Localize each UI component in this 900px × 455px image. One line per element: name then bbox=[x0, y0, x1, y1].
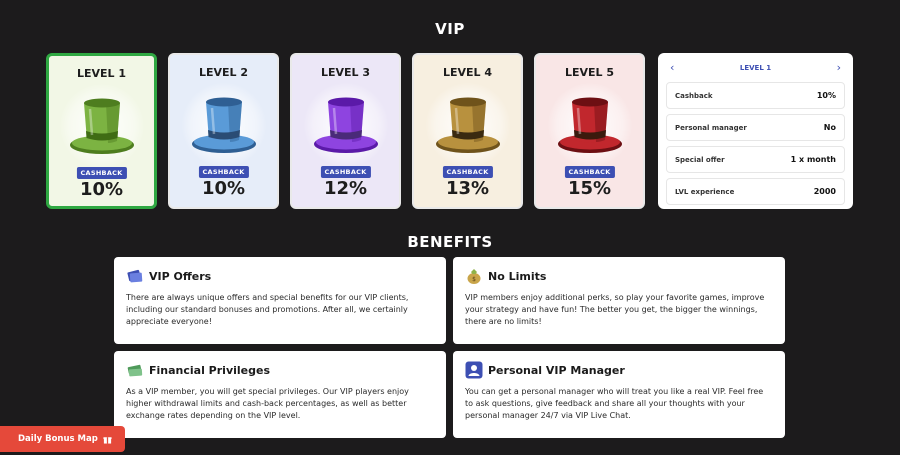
level-name: LEVEL 5 bbox=[564, 66, 615, 79]
benefit-text: There are always unique offers and speci… bbox=[126, 293, 409, 327]
stat-value: 10% bbox=[816, 91, 836, 100]
cash-stack-icon bbox=[127, 364, 143, 377]
stat-value: No bbox=[823, 123, 836, 132]
level-detail-panel: ‹ LEVEL 1 › Cashback 10% Personal manage… bbox=[658, 53, 853, 209]
panel-header: ‹ LEVEL 1 › bbox=[666, 59, 845, 77]
next-level-arrow-icon[interactable]: › bbox=[837, 59, 841, 77]
benefit-card-personal-vip-manager: Personal VIP Manager You can get a perso… bbox=[453, 351, 785, 438]
benefit-card-no-limits: $ No Limits VIP members enjoy additional… bbox=[453, 257, 785, 344]
stat-row-personal-manager: Personal manager No bbox=[666, 114, 845, 141]
level-name: LEVEL 3 bbox=[320, 66, 371, 79]
money-bag-icon: $ bbox=[467, 269, 481, 284]
benefits-title: BENEFITS bbox=[407, 233, 493, 251]
cashback-value: 10% bbox=[79, 179, 124, 200]
user-icon bbox=[465, 361, 483, 379]
cashback-value: 15% bbox=[567, 178, 612, 199]
benefit-card-vip-offers: VIP Offers There are always unique offer… bbox=[114, 257, 446, 344]
benefit-text: VIP members enjoy additional perks, so p… bbox=[465, 293, 765, 327]
level-name: LEVEL 4 bbox=[442, 66, 493, 79]
level-card-1[interactable]: LEVEL 1 CASHBACK 10% bbox=[46, 53, 157, 209]
benefit-card-financial-privileges: Financial Privileges As a VIP member, yo… bbox=[114, 351, 446, 438]
level-card-5[interactable]: LEVEL 5 CASHBACK 15% bbox=[534, 53, 645, 209]
stat-label: LVL experience bbox=[675, 187, 735, 196]
benefit-text: You can get a personal manager who will … bbox=[465, 387, 764, 421]
stat-row-cashback: Cashback 10% bbox=[666, 82, 845, 109]
top-hat-icon bbox=[557, 97, 622, 153]
prev-level-arrow-icon[interactable]: ‹ bbox=[670, 59, 674, 77]
cashback-badge: CASHBACK bbox=[564, 166, 615, 178]
benefit-title: Personal VIP Manager bbox=[488, 363, 625, 377]
benefit-title: No Limits bbox=[488, 269, 547, 283]
stat-row-special-offer: Special offer 1 x month bbox=[666, 146, 845, 173]
cashback-value: 13% bbox=[445, 178, 490, 199]
benefit-text: As a VIP member, you will get special pr… bbox=[126, 387, 409, 421]
gift-icon bbox=[103, 436, 112, 444]
stat-row-lvl-experience: LVL experience 2000 bbox=[666, 178, 845, 205]
stat-label: Cashback bbox=[675, 91, 713, 100]
daily-bonus-label: Daily Bonus Map bbox=[18, 434, 98, 444]
level-card-3[interactable]: LEVEL 3 CASHBACK 12% bbox=[290, 53, 401, 209]
top-hat-icon bbox=[313, 97, 378, 153]
level-card-2[interactable]: LEVEL 2 CASHBACK 10% bbox=[168, 53, 279, 209]
stat-label: Special offer bbox=[675, 155, 725, 164]
stat-label: Personal manager bbox=[675, 123, 747, 132]
vip-title: VIP bbox=[435, 20, 465, 38]
benefit-title: VIP Offers bbox=[149, 269, 212, 283]
cashback-badge: CASHBACK bbox=[442, 166, 493, 178]
daily-bonus-map-button[interactable]: Daily Bonus Map bbox=[0, 426, 125, 452]
top-hat-icon bbox=[435, 97, 500, 153]
svg-text:$: $ bbox=[472, 276, 476, 283]
cashback-badge: CASHBACK bbox=[320, 166, 371, 178]
stat-value: 2000 bbox=[813, 187, 836, 196]
level-name: LEVEL 1 bbox=[76, 67, 127, 80]
top-hat-icon bbox=[69, 98, 134, 154]
panel-level-label: LEVEL 1 bbox=[739, 64, 772, 72]
cashback-value: 12% bbox=[323, 178, 368, 199]
stat-value: 1 x month bbox=[790, 155, 836, 164]
cashback-badge: CASHBACK bbox=[198, 166, 249, 178]
tickets-icon bbox=[127, 269, 143, 283]
top-hat-icon bbox=[191, 97, 256, 153]
level-name: LEVEL 2 bbox=[198, 66, 249, 79]
level-card-4[interactable]: LEVEL 4 CASHBACK 13% bbox=[412, 53, 523, 209]
benefit-title: Financial Privileges bbox=[149, 363, 270, 377]
cashback-value: 10% bbox=[201, 178, 246, 199]
cashback-badge: CASHBACK bbox=[76, 167, 127, 179]
